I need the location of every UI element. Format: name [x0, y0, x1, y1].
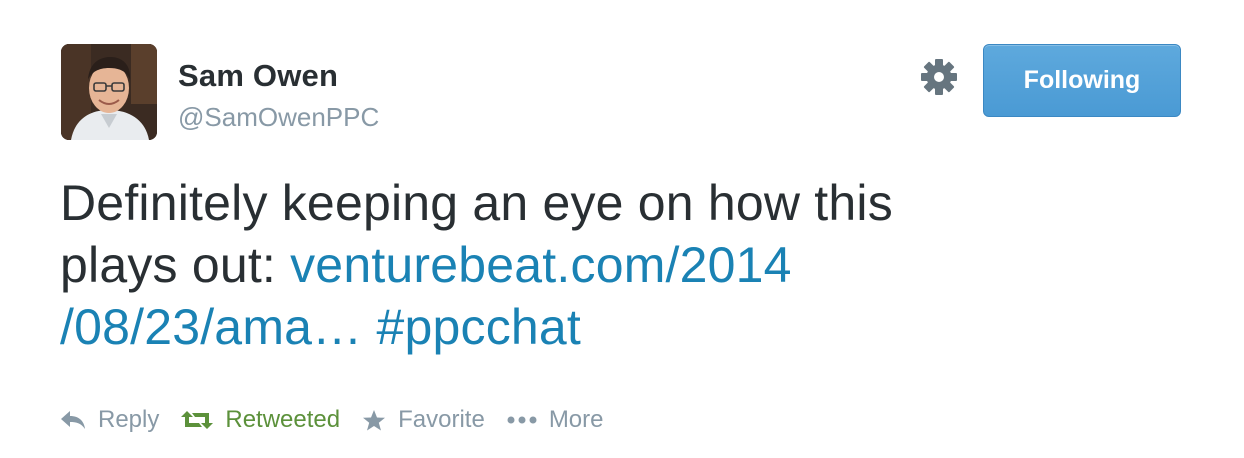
- retweet-action[interactable]: Retweeted: [181, 406, 340, 434]
- more-label: More: [548, 406, 604, 433]
- ellipsis-icon: [507, 416, 537, 424]
- tweet-text-line: /08/23/ama… #ppcchat: [60, 296, 1060, 358]
- reply-label: Reply: [98, 406, 160, 433]
- display-name[interactable]: Sam Owen: [178, 58, 338, 94]
- tweet-text-line: Definitely keeping an eye on how this: [60, 175, 893, 231]
- more-action[interactable]: More: [507, 406, 604, 434]
- tweet-link-part[interactable]: /08/23/ama…: [60, 299, 362, 355]
- reply-arrow-icon: [61, 411, 85, 429]
- reply-action[interactable]: Reply: [60, 406, 159, 434]
- gear-icon[interactable]: [920, 58, 958, 96]
- tweet-actions: Reply Retweeted Favorite More: [60, 402, 626, 438]
- favorite-label: Favorite: [398, 406, 485, 433]
- tweet-card: Sam Owen @SamOwenPPC Following Definitel…: [0, 0, 1244, 458]
- retweeted-label: Retweeted: [225, 406, 341, 433]
- avatar-photo: [61, 44, 157, 140]
- star-icon: [363, 410, 386, 431]
- user-handle[interactable]: @SamOwenPPC: [178, 102, 379, 133]
- tweet-link-part[interactable]: venturebeat.com/2014: [290, 237, 792, 293]
- tweet-text-line: plays out: venturebeat.com/2014: [60, 234, 1060, 296]
- retweet-icon: [181, 411, 214, 429]
- hashtag-link[interactable]: #ppcchat: [376, 299, 581, 355]
- following-button[interactable]: Following: [983, 44, 1181, 117]
- favorite-action[interactable]: Favorite: [362, 406, 485, 434]
- tweet-text: Definitely keeping an eye on how this pl…: [60, 172, 1060, 358]
- tweet-text-plain: plays out:: [60, 237, 291, 293]
- avatar[interactable]: [61, 44, 157, 140]
